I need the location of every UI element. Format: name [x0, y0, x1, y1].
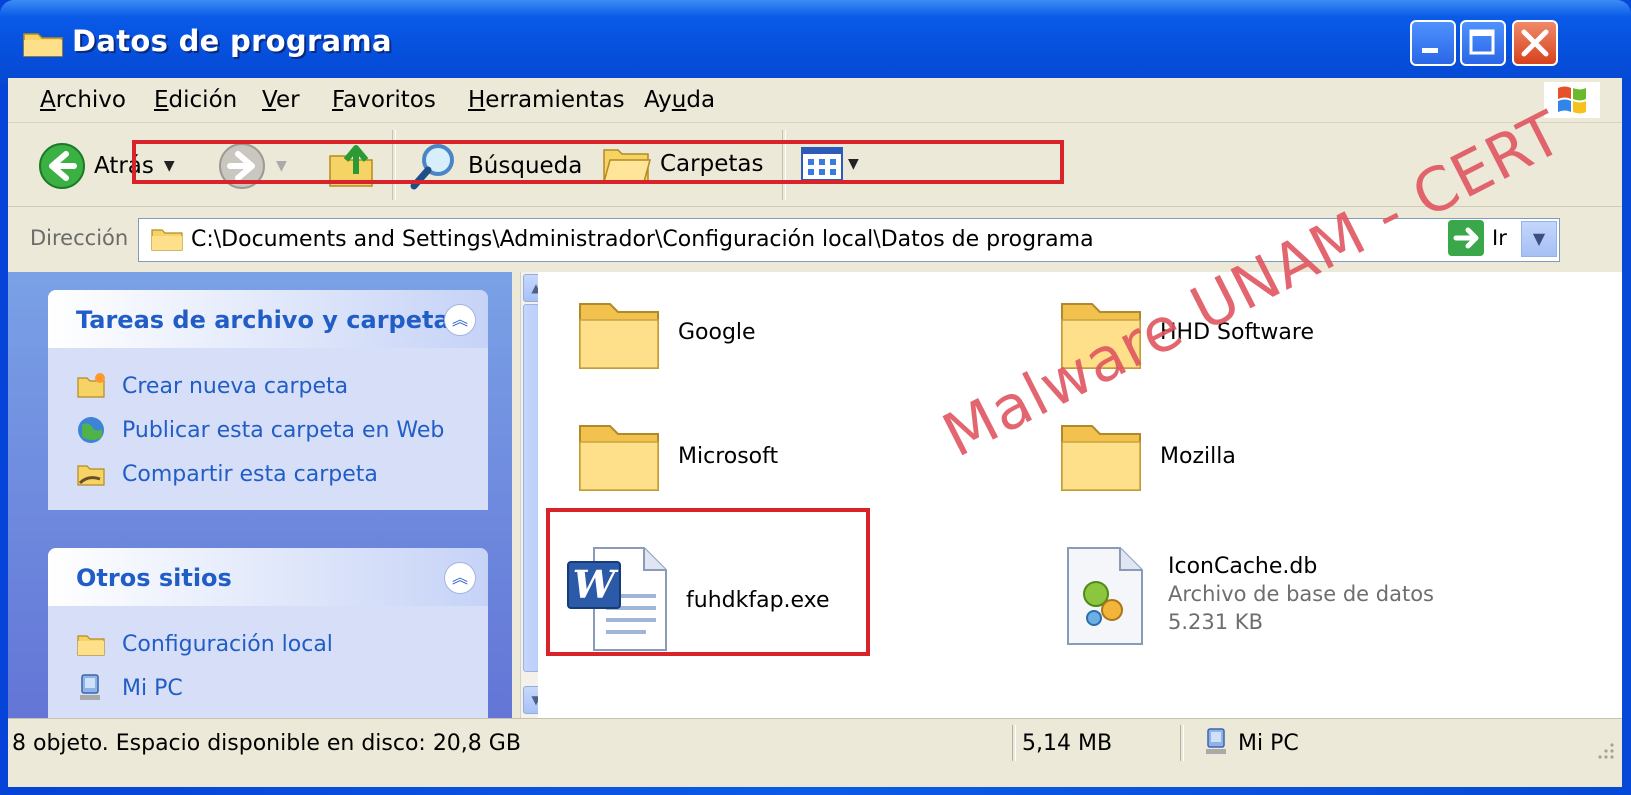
status-separator — [1180, 725, 1184, 761]
other-places-header[interactable]: Otros sitios ︽ — [48, 548, 488, 606]
task-pane: Tareas de archivo y carpeta ︽ Crear nuev… — [8, 272, 512, 718]
menu-ayuda[interactable]: Ayuda — [644, 87, 715, 113]
my-computer-icon — [1206, 728, 1226, 754]
collapse-chevron-icon[interactable]: ︽ — [444, 304, 476, 336]
file-highlight-frame — [546, 508, 870, 656]
minimize-button[interactable] — [1410, 20, 1456, 66]
folder-icon — [23, 33, 63, 57]
address-dropdown-button[interactable]: ▼ — [1521, 221, 1557, 257]
go-button[interactable]: Ir — [1448, 220, 1507, 256]
status-separator — [1012, 725, 1016, 761]
menu-favoritos[interactable]: Favoritos — [332, 87, 436, 113]
file-tasks-title: Tareas de archivo y carpeta — [76, 306, 450, 334]
windows-logo-icon — [1544, 82, 1600, 118]
folder-icon — [151, 229, 183, 251]
publish-web-icon — [78, 417, 104, 443]
place-local-settings[interactable]: Configuración local — [76, 622, 488, 666]
folder-icon — [579, 303, 659, 369]
go-label: Ir — [1492, 226, 1507, 250]
task-share-folder[interactable]: Compartir esta carpeta — [76, 452, 488, 496]
collapse-chevron-icon[interactable]: ︽ — [444, 562, 476, 594]
folder-icon — [579, 425, 659, 491]
minimize-icon — [1422, 48, 1438, 53]
address-highlight-frame — [132, 140, 1064, 184]
back-arrow-icon — [39, 143, 85, 189]
status-bar: 8 objeto. Espacio disponible en disco: 2… — [8, 718, 1622, 767]
folder-icon — [1061, 425, 1141, 491]
other-places-panel: Otros sitios ︽ Configuración local Mi PC — [48, 548, 488, 718]
menu-herramientas[interactable]: Herramientas — [468, 87, 625, 113]
title-bar[interactable]: Datos de programa — [0, 0, 1631, 84]
maximize-icon — [1469, 29, 1495, 55]
share-folder-icon — [77, 465, 105, 486]
close-button[interactable] — [1512, 20, 1558, 66]
place-my-computer[interactable]: Mi PC — [76, 666, 488, 710]
file-tasks-panel: Tareas de archivo y carpeta ︽ Crear nuev… — [48, 290, 488, 510]
my-computer-icon — [80, 674, 100, 700]
menu-archivo[interactable]: Archivo — [40, 87, 126, 113]
status-objects: 8 objeto. Espacio disponible en disco: 2… — [12, 731, 521, 756]
address-label: Dirección — [30, 226, 129, 250]
window-title: Datos de programa — [72, 24, 392, 58]
database-file-icon — [1067, 547, 1143, 645]
chevron-down-icon: ▼ — [1532, 229, 1546, 248]
file-tasks-header[interactable]: Tareas de archivo y carpeta ︽ — [48, 290, 488, 348]
explorer-window: Datos de programa Archivo Edición Ver Fa… — [0, 0, 1631, 795]
task-new-folder[interactable]: Crear nueva carpeta — [76, 364, 488, 408]
menu-edicion[interactable]: Edición — [154, 87, 237, 113]
address-path: C:\Documents and Settings\Administrador\… — [191, 227, 1094, 252]
go-arrow-icon — [1448, 220, 1484, 256]
maximize-button[interactable] — [1460, 20, 1506, 66]
folder-icon — [77, 635, 105, 656]
menu-ver[interactable]: Ver — [262, 87, 300, 113]
new-folder-icon — [77, 373, 105, 398]
close-icon — [1521, 29, 1549, 57]
other-places-title: Otros sitios — [76, 564, 232, 592]
task-publish-web[interactable]: Publicar esta carpeta en Web — [76, 408, 488, 452]
status-location: Mi PC — [1238, 731, 1299, 756]
menu-bar: Archivo Edición Ver Favoritos Herramient… — [8, 78, 1622, 123]
status-size: 5,14 MB — [1022, 731, 1113, 756]
resize-grip-icon[interactable] — [1594, 739, 1616, 761]
